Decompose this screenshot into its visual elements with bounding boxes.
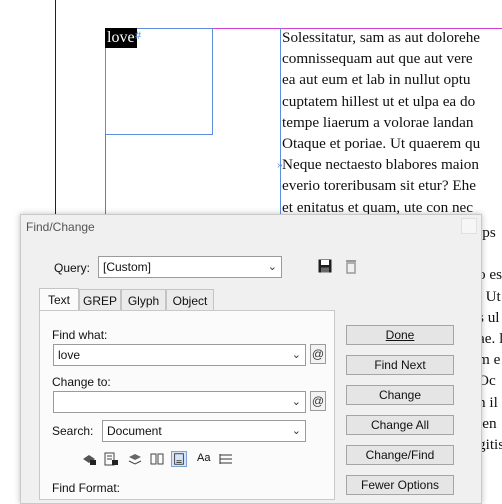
text-line: Otaque et poriae. Ut quaerem qu bbox=[282, 134, 481, 152]
tab-object[interactable]: Object bbox=[166, 289, 214, 311]
change-find-button[interactable]: Change/Find bbox=[346, 445, 454, 465]
delete-query-icon[interactable] bbox=[343, 258, 359, 274]
chevron-down-icon: ⌄ bbox=[291, 349, 301, 361]
change-to-label: Change to: bbox=[52, 375, 111, 389]
change-all-button[interactable]: Change All bbox=[346, 415, 454, 435]
text-line: comnissequam aut que aut vere bbox=[282, 50, 473, 68]
search-scope-dropdown[interactable]: Document ⌄ bbox=[102, 420, 306, 442]
whole-word-icon[interactable] bbox=[218, 451, 234, 467]
special-characters-for-replace-button[interactable]: @ bbox=[310, 391, 326, 411]
fewer-options-button[interactable]: Fewer Options bbox=[346, 475, 454, 495]
tab-text[interactable]: Text bbox=[39, 288, 79, 312]
change-button[interactable]: Change bbox=[346, 385, 454, 405]
find-change-dialog: Find/Change Query: [Custom] ⌄ Text GREP … bbox=[20, 214, 482, 504]
done-button[interactable]: Done bbox=[346, 325, 454, 345]
text-line: Solessitatur, sam as aut dolorehe bbox=[282, 29, 481, 46]
tab-glyph[interactable]: Glyph bbox=[121, 289, 166, 311]
dialog-title: Find/Change bbox=[26, 220, 95, 234]
include-hidden-layers-icon[interactable] bbox=[127, 451, 143, 467]
find-format-label: Find Format: bbox=[52, 481, 121, 495]
chevron-down-icon: ⌄ bbox=[291, 396, 301, 408]
text-line: cuptatem hillest ut et ulpa ea do bbox=[282, 92, 476, 110]
case-sensitive-toggle[interactable]: Aa bbox=[197, 452, 210, 464]
text-line: Neque nectaesto blabores maion bbox=[282, 156, 479, 174]
query-label: Query: bbox=[54, 261, 91, 275]
change-to-field[interactable]: ⌄ bbox=[53, 391, 306, 413]
end-of-story-marker: # bbox=[135, 30, 142, 42]
chevron-down-icon: ⌄ bbox=[291, 425, 301, 437]
include-locked-layers-icon[interactable] bbox=[81, 451, 97, 467]
include-footnotes-icon[interactable] bbox=[171, 451, 187, 467]
text-line: everio toreribusam sit etur? Ehe bbox=[282, 177, 476, 195]
text-line: tempe liaerum a volorae landan bbox=[282, 113, 474, 131]
include-master-pages-icon[interactable] bbox=[149, 451, 165, 467]
save-query-icon[interactable] bbox=[317, 258, 333, 274]
find-next-button[interactable]: Find Next bbox=[346, 355, 454, 375]
body-text-frame[interactable]: Solessitatur, sam as aut dolorehe comnis… bbox=[282, 27, 502, 218]
search-scope-value: Document bbox=[107, 424, 162, 438]
include-locked-stories-icon[interactable] bbox=[103, 451, 119, 467]
text-line: ea aut eum et lab in nullut optu bbox=[282, 71, 471, 89]
query-dropdown[interactable]: [Custom] ⌄ bbox=[98, 256, 282, 278]
done-label: Done bbox=[385, 328, 415, 342]
find-what-label: Find what: bbox=[52, 328, 108, 342]
special-characters-for-search-button[interactable]: @ bbox=[310, 344, 326, 364]
search-label: Search: bbox=[52, 424, 94, 438]
chevron-down-icon: ⌄ bbox=[267, 261, 277, 273]
close-button[interactable] bbox=[461, 218, 477, 234]
selected-word[interactable]: love bbox=[105, 28, 137, 48]
find-what-value: love bbox=[58, 348, 81, 362]
column-frame-edge bbox=[280, 28, 281, 228]
query-value: [Custom] bbox=[103, 260, 152, 274]
tab-grep[interactable]: GREP bbox=[79, 289, 121, 311]
find-what-field[interactable]: love ⌄ bbox=[53, 344, 306, 366]
